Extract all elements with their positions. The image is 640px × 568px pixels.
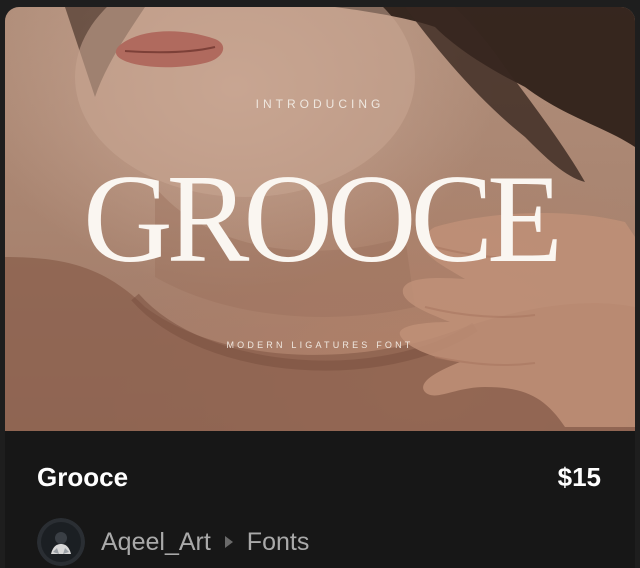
product-title-link[interactable]: Grooce <box>37 462 128 493</box>
product-card[interactable]: INTRODUCING GROOCE MODERN LIGATURES FONT… <box>5 7 635 568</box>
category-link[interactable]: Fonts <box>247 528 310 557</box>
product-preview-image[interactable]: INTRODUCING GROOCE MODERN LIGATURES FONT <box>5 7 635 431</box>
preview-intro-text: INTRODUCING <box>255 97 385 111</box>
preview-font-title: GROOCE <box>83 148 563 289</box>
preview-font-subtitle: MODERN LIGATURES FONT <box>226 340 414 350</box>
caret-right-icon <box>224 536 233 548</box>
author-avatar[interactable] <box>37 518 85 566</box>
product-price: $15 <box>557 462 601 492</box>
product-meta: Aqeel_Art Fonts <box>37 517 309 567</box>
product-info: Grooce $15 Aqeel_Art Fonts <box>5 431 635 568</box>
author-link[interactable]: Aqeel_Art <box>101 528 211 557</box>
